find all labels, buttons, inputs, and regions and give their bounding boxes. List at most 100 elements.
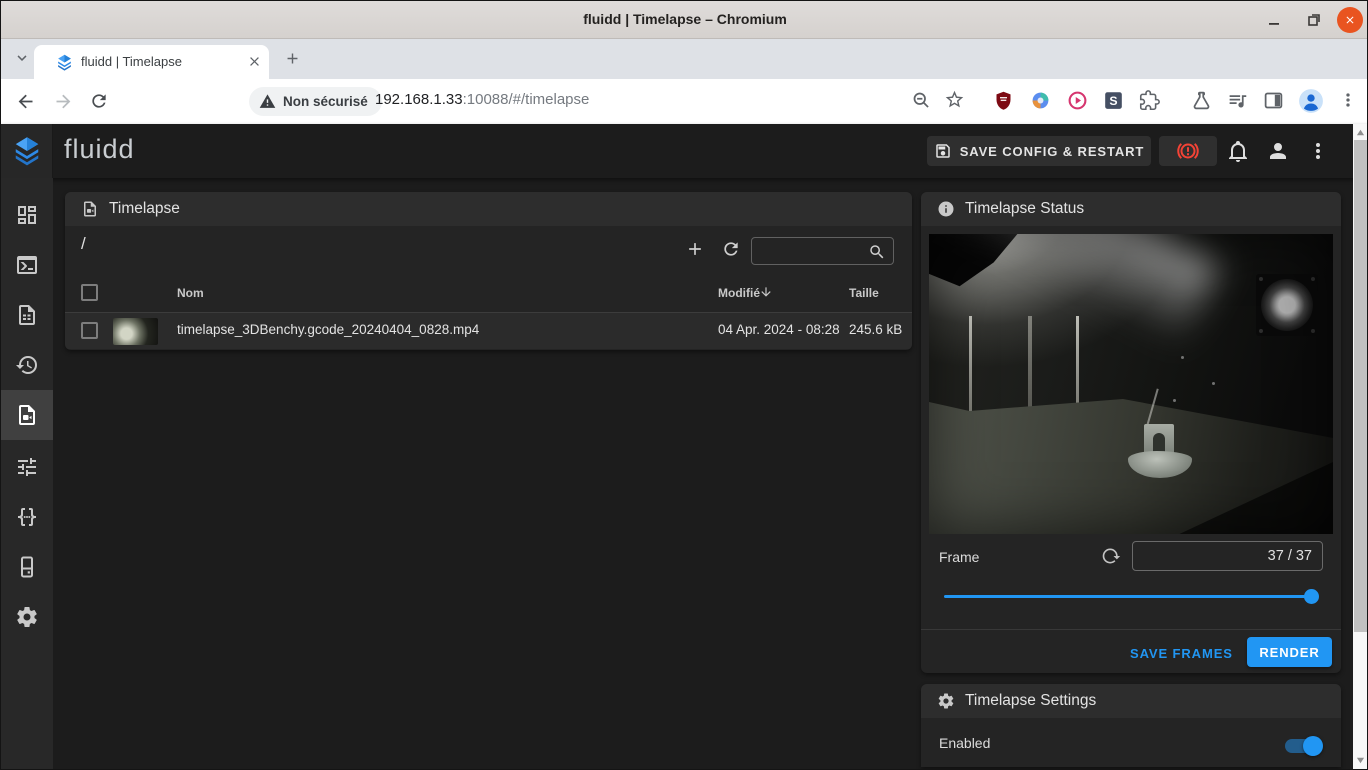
account-button[interactable] <box>1266 139 1290 163</box>
app-brand: fluidd <box>64 134 135 164</box>
sidebar-item-configuration[interactable] <box>1 492 53 542</box>
code-braces-icon <box>18 508 36 526</box>
minimize-button[interactable] <box>1261 7 1287 33</box>
timelapse-file-panel: Timelapse / Nom Modifié Taille timelapse… <box>65 192 912 350</box>
security-chip[interactable]: Non sécurisé <box>249 87 382 116</box>
sidebar-item-dashboard[interactable] <box>1 190 53 240</box>
file-size: 245.6 kB <box>849 322 903 337</box>
back-button[interactable] <box>15 91 36 112</box>
server-tower-icon <box>21 556 33 578</box>
star-icon <box>945 90 964 108</box>
row-checkbox[interactable] <box>81 322 98 339</box>
column-header-name[interactable]: Nom <box>177 286 204 300</box>
bookmark-button[interactable] <box>944 89 965 110</box>
file-table-header: Nom Modifié Taille <box>65 273 912 313</box>
tab-close-button[interactable] <box>247 54 262 69</box>
tab-search-button[interactable] <box>13 49 31 67</box>
notifications-button[interactable] <box>1226 139 1250 163</box>
scroll-down-icon[interactable] <box>1356 756 1365 765</box>
select-all-checkbox[interactable] <box>81 284 98 301</box>
experiments-button[interactable] <box>1191 90 1212 111</box>
frame-input[interactable] <box>1133 542 1322 570</box>
enabled-label: Enabled <box>939 735 991 751</box>
column-header-modified[interactable]: Modifié <box>718 286 760 300</box>
app-logo-block[interactable] <box>1 124 53 178</box>
s-badge-icon: S <box>1105 92 1122 109</box>
sidebar-item-gcode-files[interactable] <box>1 290 53 340</box>
tune-icon <box>18 458 36 476</box>
file-video-icon <box>84 201 96 217</box>
reload-button[interactable] <box>89 91 109 111</box>
omnibox[interactable]: Non sécurisé 192.168.1.33:10088/#/timela… <box>119 79 979 124</box>
emergency-stop-icon <box>1177 143 1199 159</box>
window-title: fluidd | Timelapse – Chromium <box>583 11 787 27</box>
puzzle-icon <box>1139 90 1160 111</box>
media-controls-button[interactable] <box>1227 90 1248 111</box>
extension-globe-button[interactable] <box>1030 90 1051 111</box>
restore-button[interactable] <box>1301 7 1327 33</box>
refresh-files-button[interactable] <box>721 239 741 259</box>
avatar <box>1299 89 1323 113</box>
info-icon <box>938 201 954 217</box>
file-name: timelapse_3DBenchy.gcode_20240404_0828.m… <box>177 322 480 337</box>
extension-ublock-button[interactable] <box>993 90 1014 111</box>
tab-strip: fluidd | Timelapse <box>1 39 1367 79</box>
webcam-preview <box>929 234 1333 534</box>
timelapse-settings-panel: Timelapse Settings Enabled <box>921 684 1341 767</box>
restore-icon <box>1308 14 1320 26</box>
restore-arrow-icon <box>1102 548 1121 564</box>
close-button[interactable] <box>1337 7 1363 33</box>
file-path: / <box>81 234 86 253</box>
plus-icon <box>287 53 298 64</box>
reload-icon <box>92 94 106 108</box>
minimize-icon <box>1269 23 1279 25</box>
file-panel-title: Timelapse <box>109 200 180 217</box>
sort-desc-icon <box>761 287 771 297</box>
browser-tab[interactable]: fluidd | Timelapse <box>34 45 269 79</box>
frame-slider-track[interactable] <box>944 595 1318 598</box>
extensions-button[interactable] <box>1139 90 1160 111</box>
column-header-size[interactable]: Taille <box>849 286 879 300</box>
svg-text:S: S <box>1109 94 1117 108</box>
file-search-input[interactable] <box>760 240 865 262</box>
sidebar-item-tune[interactable] <box>1 442 53 492</box>
scroll-up-icon[interactable] <box>1356 128 1365 137</box>
frame-slider-thumb[interactable] <box>1304 589 1319 604</box>
extension-play-button[interactable] <box>1067 90 1088 111</box>
enabled-toggle-thumb[interactable] <box>1303 736 1323 756</box>
browser-menu-button[interactable] <box>1338 90 1358 110</box>
settings-panel-header: Timelapse Settings <box>921 684 1341 718</box>
sidebar-item-history[interactable] <box>1 340 53 390</box>
zoom-out-icon <box>913 92 929 108</box>
sidebar-item-console[interactable] <box>1 240 53 290</box>
file-search-box[interactable] <box>751 237 894 265</box>
window-titlebar[interactable]: fluidd | Timelapse – Chromium <box>1 1 1367 39</box>
flask-icon <box>1193 91 1210 110</box>
app-bar: fluidd SAVE CONFIG & RESTART <box>1 124 1367 178</box>
console-icon <box>17 256 37 274</box>
sidebar-item-system[interactable] <box>1 542 53 592</box>
save-frames-button[interactable]: SAVE FRAMES <box>1130 646 1233 661</box>
extension-s-button[interactable]: S <box>1103 90 1124 111</box>
frame-reset-button[interactable] <box>1101 546 1121 566</box>
profile-button[interactable] <box>1298 88 1324 114</box>
scrollbar-thumb[interactable] <box>1354 140 1367 632</box>
file-panel-header: Timelapse <box>65 192 912 226</box>
sidebar-item-settings[interactable] <box>1 592 53 642</box>
table-row[interactable]: timelapse_3DBenchy.gcode_20240404_0828.m… <box>65 313 912 349</box>
forward-button[interactable] <box>53 91 74 112</box>
panel-divider <box>921 629 1341 630</box>
zoom-out-page-button[interactable] <box>911 90 932 111</box>
side-panel-button[interactable] <box>1263 90 1284 111</box>
render-button[interactable]: RENDER <box>1247 637 1332 667</box>
new-tab-button[interactable] <box>284 50 301 67</box>
sidebar-item-timelapse[interactable] <box>1 390 53 440</box>
add-file-button[interactable] <box>685 239 705 259</box>
browser-toolbar: Non sécurisé 192.168.1.33:10088/#/timela… <box>1 79 1367 124</box>
security-chip-label: Non sécurisé <box>283 94 368 109</box>
file-video-icon <box>19 405 35 425</box>
ublock-shield-icon <box>996 91 1011 110</box>
save-config-restart-button[interactable]: SAVE CONFIG & RESTART <box>927 136 1151 166</box>
emergency-stop-button[interactable] <box>1159 136 1217 166</box>
app-menu-button[interactable] <box>1306 139 1330 163</box>
